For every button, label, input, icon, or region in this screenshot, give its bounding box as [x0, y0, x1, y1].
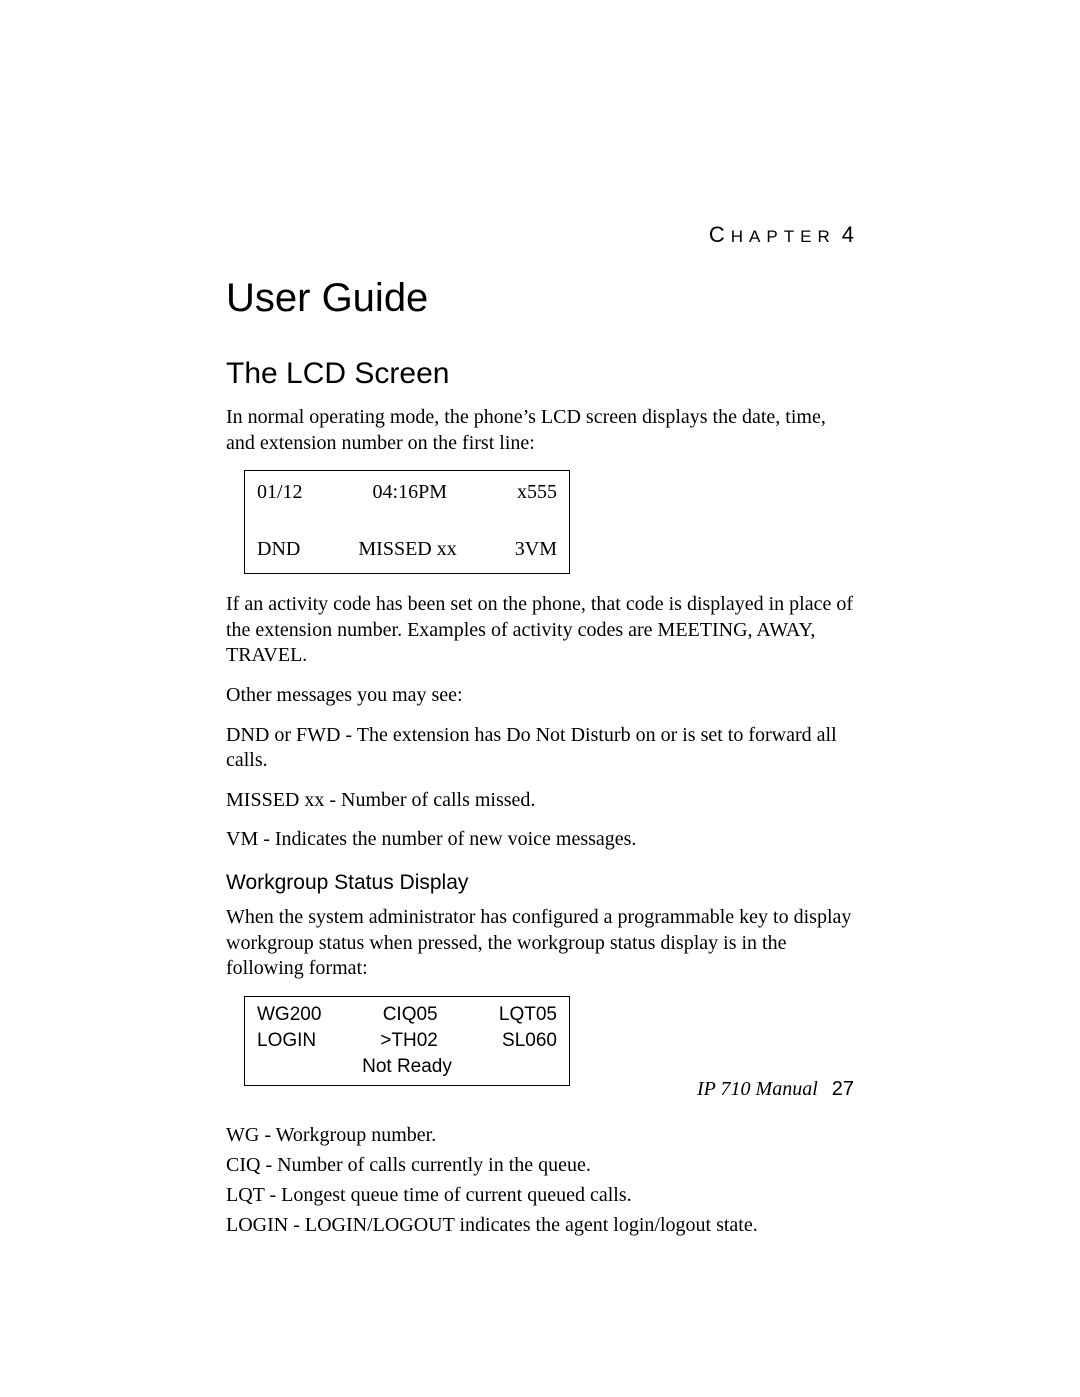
def-lqt: LQT - Longest queue time of current queu…: [226, 1180, 854, 1210]
wg-sl: SL060: [502, 1030, 557, 1052]
chapter-rest: HAPTER: [731, 227, 836, 246]
wg-th: >TH02: [380, 1030, 438, 1052]
workgroup-display-box: WG200 CIQ05 LQT05 LOGIN >TH02 SL060 Not …: [244, 996, 570, 1086]
msg-vm: VM - Indicates the number of new voice m…: [226, 827, 854, 853]
msg-missed: MISSED xx - Number of calls missed.: [226, 788, 854, 814]
lcd-display-box: 01/12 04:16PM x555 DND MISSED xx 3VM: [244, 470, 570, 574]
wg-row-3: Not Ready: [257, 1056, 557, 1078]
wg-login: LOGIN: [257, 1030, 316, 1052]
msg-dnd: DND or FWD - The extension has Do Not Di…: [226, 723, 854, 774]
wg-row-2: LOGIN >TH02 SL060: [257, 1030, 557, 1052]
lcd-date: 01/12: [257, 481, 303, 504]
footer-page-number: 27: [832, 1078, 854, 1100]
chapter-number: 4: [842, 222, 854, 247]
lcd-dnd: DND: [257, 538, 300, 561]
other-messages-intro: Other messages you may see:: [226, 683, 854, 709]
lcd-extension: x555: [517, 481, 557, 504]
intro-paragraph: In normal operating mode, the phone’s LC…: [226, 405, 854, 456]
chapter-cap: C: [709, 222, 731, 247]
def-wg: WG - Workgroup number.: [226, 1120, 854, 1150]
lcd-time: 04:16PM: [373, 481, 447, 504]
section-heading: The LCD Screen: [226, 357, 854, 391]
wg-row-1: WG200 CIQ05 LQT05: [257, 1004, 557, 1026]
lcd-vm: 3VM: [515, 538, 557, 561]
page: CHAPTER 4 User Guide The LCD Screen In no…: [0, 0, 1080, 1397]
activity-code-paragraph: If an activity code has been set on the …: [226, 592, 854, 669]
workgroup-intro: When the system administrator has config…: [226, 905, 854, 982]
lcd-row-2: DND MISSED xx 3VM: [257, 538, 557, 561]
lcd-row-1: 01/12 04:16PM x555: [257, 481, 557, 504]
page-footer: IP 710 Manual 27: [697, 1078, 854, 1101]
wg-lqt: LQT05: [499, 1004, 557, 1026]
lcd-missed: MISSED xx: [358, 538, 456, 561]
wg-id: WG200: [257, 1004, 321, 1026]
def-ciq: CIQ - Number of calls currently in the q…: [226, 1150, 854, 1180]
subsection-heading: Workgroup Status Display: [226, 871, 854, 895]
def-login: LOGIN - LOGIN/LOGOUT indicates the agent…: [226, 1210, 854, 1240]
chapter-label: CHAPTER 4: [226, 222, 854, 248]
footer-manual-name: IP 710 Manual: [697, 1078, 818, 1100]
page-title: User Guide: [226, 276, 854, 321]
wg-ciq: CIQ05: [383, 1004, 438, 1026]
